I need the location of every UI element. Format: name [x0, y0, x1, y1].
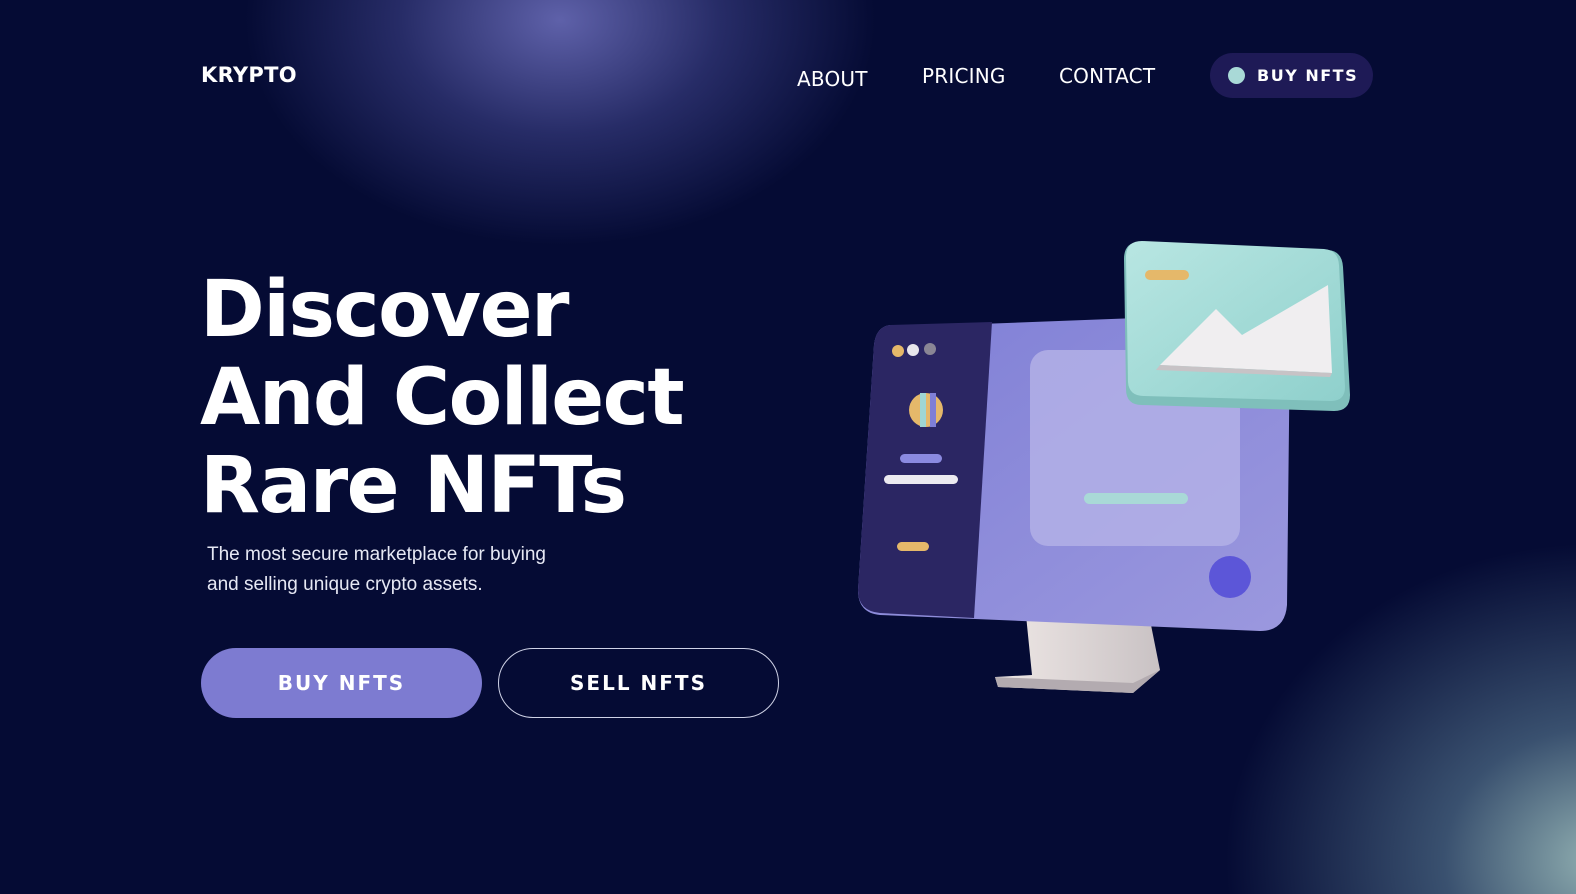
monitor-stand: [995, 615, 1160, 693]
hero-subtext: The most secure marketplace for buying a…: [207, 540, 607, 600]
avatar-icon: [909, 393, 943, 427]
headline-line: And Collect: [200, 353, 685, 443]
hero-subtext-line: and selling unique crypto assets.: [207, 574, 483, 595]
brand-logo[interactable]: KRYPTO: [201, 63, 297, 87]
headline-line: Rare NFTs: [200, 441, 627, 531]
nav-link-contact[interactable]: CONTACT: [1059, 64, 1155, 88]
sell-nfts-button[interactable]: SELL NFTS: [498, 648, 779, 718]
hero-headline: Discover And Collect Rare NFTs: [200, 265, 685, 531]
nav-link-pricing[interactable]: PRICING: [922, 64, 1006, 88]
record-dot-icon: [1209, 556, 1251, 598]
headline-line: Discover: [200, 265, 569, 355]
status-dot-icon: [1228, 67, 1245, 84]
buy-nfts-button[interactable]: BUY NFTS: [201, 648, 482, 718]
hero-subtext-line: The most secure marketplace for buying: [207, 544, 546, 565]
monitor-illustration: [858, 241, 1350, 693]
nav-buy-nfts-label: BUY NFTS: [1257, 66, 1359, 85]
nav-link-about[interactable]: ABOUT: [797, 67, 868, 91]
window-dot-icon: [924, 343, 936, 355]
window-dot-icon: [907, 344, 919, 356]
nav-buy-nfts-button[interactable]: BUY NFTS: [1210, 53, 1373, 98]
image-card-icon: [1124, 241, 1350, 411]
window-dot-icon: [892, 345, 904, 357]
